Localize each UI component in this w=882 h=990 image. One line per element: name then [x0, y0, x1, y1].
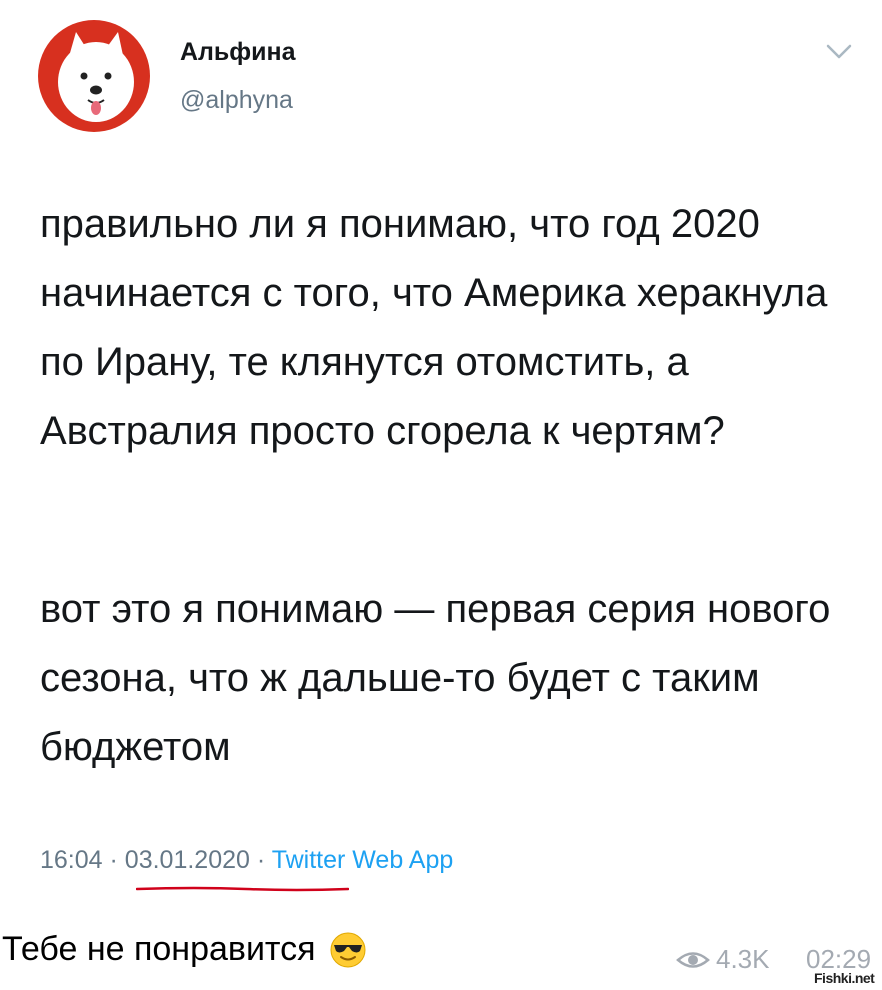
tweet-metadata: 16:04 · 03.01.2020 · Twitter Web App [40, 846, 453, 875]
tweet-card: Альфина @alphyna правильно ли я понимаю,… [0, 0, 882, 910]
sunglasses-emoji-icon [330, 932, 366, 967]
tweet-time[interactable]: 16:04 [40, 846, 103, 874]
views-count: 4.3K [716, 944, 770, 974]
avatar[interactable] [38, 20, 150, 132]
author-handle[interactable]: @alphyna [180, 86, 293, 115]
post-caption: Тебе не понравится [2, 930, 366, 969]
separator: · [109, 846, 118, 874]
author-display-name[interactable]: Альфина [180, 38, 296, 67]
tweet-text-paragraph-1: правильно ли я понимаю, что год 2020 нач… [40, 202, 828, 453]
separator: · [256, 846, 266, 874]
post-caption-text: Тебе не понравится [2, 930, 316, 968]
tweet-text-paragraph-2: вот это я понимаю — первая серия нового … [40, 587, 831, 769]
views-counter: 4.3K [676, 944, 770, 975]
tweet-date[interactable]: 03.01.2020 [125, 846, 250, 874]
chevron-down-icon[interactable] [826, 42, 852, 62]
watermark: Fishki.net [812, 970, 877, 986]
dog-avatar-image [38, 20, 150, 132]
date-underline-mark [136, 886, 349, 892]
tweet-source-link[interactable]: Twitter Web App [272, 846, 454, 874]
eye-icon [676, 951, 710, 968]
